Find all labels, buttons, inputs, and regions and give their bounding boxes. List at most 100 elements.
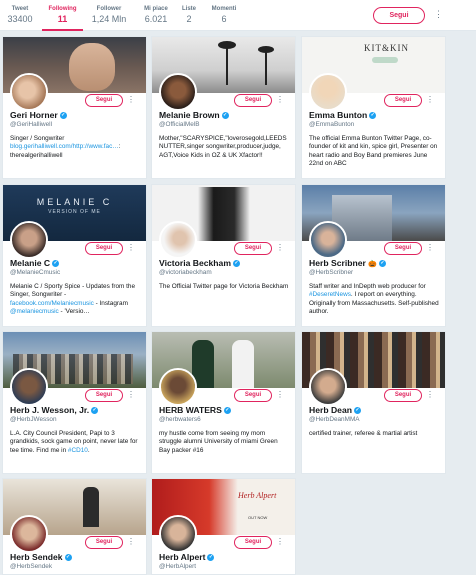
user-handle[interactable]: @EmmaBunton <box>309 121 445 128</box>
avatar[interactable] <box>10 368 48 406</box>
more-vertical-icon[interactable]: ⋮ <box>127 243 135 253</box>
user-card-victoria-beckham[interactable]: Segui ⋮ Victoria Beckham ✓ @victoriabeckh… <box>151 184 296 327</box>
user-card-herb-scribner[interactable]: Segui ⋮ Herb Scribner 🎃 ✓ @HerbScribner S… <box>301 184 446 327</box>
user-handle[interactable]: @GeriHalliwell <box>10 121 146 128</box>
user-name[interactable]: HERB WATERS ✓ <box>159 405 295 415</box>
verified-check-icon: ✓ <box>223 407 231 415</box>
more-vertical-icon[interactable]: ⋮ <box>276 537 284 547</box>
more-vertical-icon[interactable]: ⋮ <box>426 95 434 105</box>
user-handle[interactable]: @HerbScribner <box>309 269 445 276</box>
user-card-geri-horner[interactable]: Segui ⋮ Geri Horner ✓ @GeriHalliwell Sing… <box>2 36 147 179</box>
user-bio: The official Emma Bunton Twitter Page, c… <box>309 135 438 168</box>
user-name[interactable]: Melanie Brown ✓ <box>159 110 295 120</box>
more-vertical-icon[interactable]: ⋮ <box>426 390 434 400</box>
stat-value: 2 <box>186 14 192 24</box>
stat-lists[interactable]: Liste 2 <box>178 0 200 31</box>
user-handle[interactable]: @victoriabeckham <box>159 269 295 276</box>
follow-button[interactable]: Segui <box>85 242 123 255</box>
more-vertical-icon[interactable]: ⋮ <box>276 95 284 105</box>
banner-photo-shape <box>69 43 115 91</box>
user-name[interactable]: Geri Horner ✓ <box>10 110 146 120</box>
bio-link[interactable]: @melaniecmusic <box>10 308 59 315</box>
user-card-herb-sendek[interactable]: Segui ⋮ Herb Sendek ✓ @HerbSendek <box>2 478 147 575</box>
follow-profile-button[interactable]: Segui <box>373 7 425 24</box>
palm-tree-shape <box>226 45 228 85</box>
user-handle[interactable]: @HerbAlpert <box>159 563 295 570</box>
more-vertical-icon[interactable]: ⋮ <box>127 537 135 547</box>
more-vertical-icon[interactable]: ⋮ <box>434 9 443 19</box>
more-vertical-icon[interactable]: ⋮ <box>127 95 135 105</box>
user-handle[interactable]: @MelanieCmusic <box>10 269 146 276</box>
avatar[interactable] <box>159 515 197 553</box>
user-bio: Singer / Songwriter blog.gerihalliwell.co… <box>10 135 121 159</box>
user-card-herb-alpert[interactable]: Herb Alpert OUT NOW Segui ⋮ Herb Alpert ✓… <box>151 478 296 575</box>
verified-check-icon: ✓ <box>91 407 99 415</box>
user-card-melanie-brown[interactable]: Segui ⋮ Melanie Brown ✓ @OfficialMelB Mot… <box>151 36 296 179</box>
user-handle[interactable]: @HerbSendek <box>10 563 146 570</box>
follow-button[interactable]: Segui <box>384 94 422 107</box>
user-handle[interactable]: @HerbJWesson <box>10 416 146 423</box>
follow-button[interactable]: Segui <box>234 536 272 549</box>
stat-followers[interactable]: Follower 1,24 Mln <box>88 0 130 31</box>
user-card-herb-waters[interactable]: Segui ⋮ HERB WATERS ✓ @herbwaters6 my hus… <box>151 331 296 474</box>
banner-photo-shape <box>198 187 250 241</box>
user-name[interactable]: Melanie C ✓ <box>10 258 146 268</box>
banner-subtitle: OUT NOW <box>248 515 268 520</box>
avatar[interactable] <box>10 73 48 111</box>
user-handle[interactable]: @OfficialMelB <box>159 121 295 128</box>
stat-following[interactable]: Following 11 <box>42 0 83 31</box>
user-card-emma-bunton[interactable]: KIT&KIN Segui ⋮ Emma Bunton ✓ @EmmaBunton… <box>301 36 446 179</box>
stat-likes[interactable]: Mi piace 6.021 <box>139 0 173 31</box>
user-name[interactable]: Herb J. Wesson, Jr. ✓ <box>10 405 146 415</box>
verified-check-icon: ✓ <box>52 260 60 268</box>
user-bio: Melanie C / Sporty Spice - Updates from … <box>10 283 136 316</box>
stat-tweets[interactable]: Tweet 33400 <box>5 0 35 31</box>
more-vertical-icon[interactable]: ⋮ <box>127 390 135 400</box>
user-card-herb-wesson[interactable]: Segui ⋮ Herb J. Wesson, Jr. ✓ @HerbJWesso… <box>2 331 147 474</box>
banner-title: MELANIE C <box>36 197 113 207</box>
stat-value: 1,24 Mln <box>91 14 127 24</box>
bio-link[interactable]: #CD10 <box>68 447 88 454</box>
user-card-melanie-c[interactable]: MELANIE C VERSION OF ME Segui ⋮ Melanie … <box>2 184 147 327</box>
follow-button[interactable]: Segui <box>85 536 123 549</box>
person-shape <box>83 487 99 527</box>
avatar[interactable] <box>309 73 347 111</box>
user-name[interactable]: Herb Alpert ✓ <box>159 552 295 562</box>
follow-button[interactable]: Segui <box>85 94 123 107</box>
more-vertical-icon[interactable]: ⋮ <box>426 243 434 253</box>
profile-stats-bar: Tweet 33400 Following 11 Follower 1,24 M… <box>0 0 476 31</box>
bio-link[interactable]: #DeseretNews <box>309 291 351 298</box>
user-name[interactable]: Emma Bunton ✓ <box>309 110 445 120</box>
user-name[interactable]: Victoria Beckham ✓ <box>159 258 295 268</box>
follow-button[interactable]: Segui <box>384 389 422 402</box>
avatar[interactable] <box>159 73 197 111</box>
avatar[interactable] <box>10 221 48 259</box>
stat-label: Follower <box>96 6 122 12</box>
follow-button[interactable]: Segui <box>234 94 272 107</box>
avatar[interactable] <box>159 221 197 259</box>
stat-moments[interactable]: Momenti 6 <box>207 0 241 31</box>
stat-label: Following <box>48 6 77 12</box>
verified-check-icon: ✓ <box>353 407 361 415</box>
verified-check-icon: ✓ <box>232 260 240 268</box>
user-name[interactable]: Herb Scribner 🎃 ✓ <box>309 258 445 268</box>
avatar[interactable] <box>309 368 347 406</box>
user-name[interactable]: Herb Dean ✓ <box>309 405 445 415</box>
user-handle[interactable]: @HerbDeanMMA <box>309 416 445 423</box>
follow-button[interactable]: Segui <box>85 389 123 402</box>
avatar[interactable] <box>10 515 48 553</box>
stat-label: Tweet <box>11 6 29 12</box>
avatar[interactable] <box>309 221 347 259</box>
user-handle[interactable]: @herbwaters6 <box>159 416 295 423</box>
bio-link[interactable]: facebook.com/Melaniecmusic <box>10 300 94 307</box>
user-name[interactable]: Herb Sendek ✓ <box>10 552 146 562</box>
user-card-herb-dean[interactable]: Segui ⋮ Herb Dean ✓ @HerbDeanMMA certifie… <box>301 331 446 474</box>
follow-button[interactable]: Segui <box>384 242 422 255</box>
follow-button[interactable]: Segui <box>234 242 272 255</box>
bio-link[interactable]: blog.gerihalliwell.com/http://www.fac… <box>10 143 119 150</box>
more-vertical-icon[interactable]: ⋮ <box>276 243 284 253</box>
more-vertical-icon[interactable]: ⋮ <box>276 390 284 400</box>
follow-button[interactable]: Segui <box>234 389 272 402</box>
avatar[interactable] <box>159 368 197 406</box>
user-bio: my hustle come from seeing my mom strugg… <box>159 430 278 454</box>
